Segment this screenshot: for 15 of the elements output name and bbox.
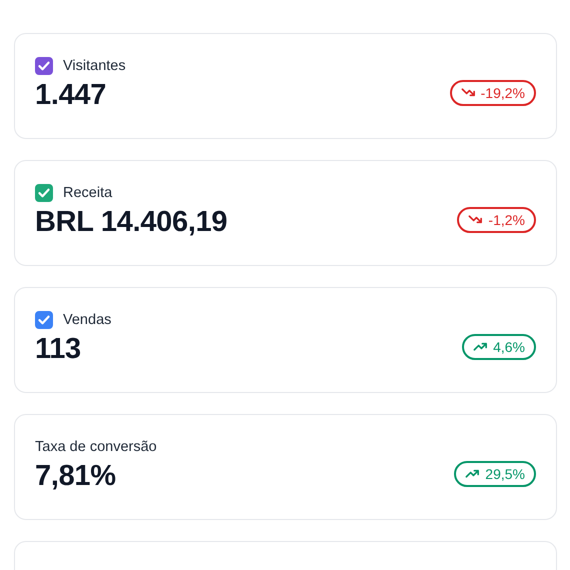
change-badge: 4,6% — [462, 334, 536, 360]
change-badge: -1,2% — [457, 206, 536, 232]
change-badge: -19,2% — [450, 80, 536, 106]
metric-label: Vendas — [63, 312, 112, 328]
metric-value: 7,81% — [35, 460, 116, 493]
checkbox[interactable] — [35, 184, 53, 202]
metric-label: Taxa de conversão — [35, 439, 157, 455]
metric-label: Receita — [63, 185, 112, 201]
checkbox[interactable] — [35, 57, 53, 75]
metric-label: Visitantes — [63, 58, 126, 74]
checkbox[interactable] — [35, 311, 53, 329]
metric-value: 1.447 — [35, 79, 106, 112]
metric-value: 113 — [35, 333, 81, 366]
metric-value: BRL 14.406,19 — [35, 206, 228, 239]
change-badge: 29,5% — [454, 460, 536, 486]
